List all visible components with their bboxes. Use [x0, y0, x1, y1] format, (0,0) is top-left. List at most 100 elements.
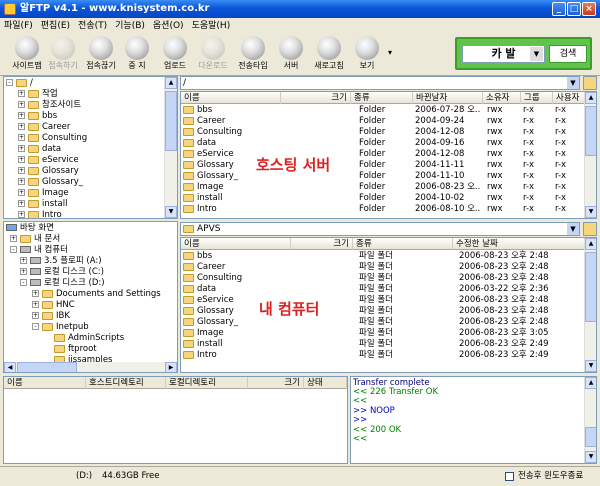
menu-transfer[interactable]: 전송(T) — [78, 18, 107, 34]
search-button[interactable]: 검색 — [549, 45, 587, 63]
table-row[interactable]: Image 파일 폴더 2006-08-23 오후 3:05 — [183, 328, 583, 339]
list-item[interactable]: + 참조사이트 — [18, 100, 81, 111]
col-type[interactable]: 종류 — [351, 92, 413, 104]
col-date[interactable]: 바뀐날자 — [413, 92, 483, 104]
toolbar-more-icon[interactable]: ▾ — [388, 48, 392, 57]
table-row[interactable]: Glossary 파일 폴더 2006-08-23 오후 2:48 — [183, 306, 583, 317]
col-user[interactable]: 사용자 — [553, 92, 586, 104]
list-item[interactable]: + eService — [18, 155, 79, 166]
app-icon — [4, 3, 16, 15]
table-row[interactable]: Glossary Folder 2004-11-11 rwx r-x r-x — [183, 160, 583, 171]
list-item[interactable]: + 내 문서 — [10, 234, 60, 245]
list-item[interactable]: + Intro — [18, 210, 62, 218]
list-item[interactable]: + Image — [18, 188, 69, 199]
view-button[interactable]: 보기 — [346, 36, 388, 71]
remote-tree-root[interactable]: - / — [6, 78, 33, 89]
table-row[interactable]: install 파일 폴더 2006-08-23 오후 2:49 — [183, 339, 583, 350]
remote-list-scrollbar[interactable]: ▲ ▼ — [584, 92, 596, 218]
menu-file[interactable]: 파일(F) — [4, 18, 33, 34]
list-item[interactable]: AdminScripts — [54, 333, 124, 344]
list-item[interactable]: + Glossary_ — [18, 177, 83, 188]
list-item[interactable]: + 작업 — [18, 89, 58, 100]
shutdown-checkbox[interactable] — [505, 472, 514, 481]
list-item[interactable]: + 로컬 디스크 (C:) — [20, 267, 104, 278]
search-select[interactable]: 카 발 ▼ — [462, 45, 545, 63]
table-row[interactable]: Career 파일 폴더 2006-08-23 오후 2:48 — [183, 262, 583, 273]
table-row[interactable]: Career Folder 2004-09-24 rwx r-x r-x — [183, 116, 583, 127]
list-item[interactable]: + bbs — [18, 111, 57, 122]
table-row[interactable]: Image Folder 2006-08-23 오.. rwx r-x r-x — [183, 182, 583, 193]
local-path-combo[interactable]: APVS ▼ — [180, 222, 580, 236]
list-item[interactable]: - Inetpub — [32, 322, 89, 333]
transfer-type-button[interactable]: 전송타입 — [232, 36, 274, 71]
list-item[interactable]: - 로컬 디스크 (D:) — [20, 278, 105, 289]
col-size[interactable]: 크기 — [291, 238, 353, 250]
list-item[interactable]: + data — [18, 144, 61, 155]
folder-icon — [28, 177, 39, 186]
minimize-button[interactable]: _ — [552, 2, 566, 16]
title-bar: 알FTP v4.1 - www.knisystem.co.kr _ □ × — [0, 0, 600, 18]
remote-tree-scrollbar[interactable]: ▲ ▼ — [164, 77, 177, 218]
list-item[interactable]: + HNC — [32, 300, 75, 311]
list-item[interactable]: + Glossary — [18, 166, 79, 177]
list-item[interactable]: + Documents and Settings — [32, 289, 161, 300]
col-size[interactable]: 크기 — [281, 92, 351, 104]
table-row[interactable]: Glossary_ Folder 2004-11-10 rwx r-x r-x — [183, 171, 583, 182]
folder-icon — [54, 333, 65, 342]
col-status[interactable]: 상태 — [304, 377, 347, 389]
list-item[interactable]: + install — [18, 199, 67, 210]
refresh-button[interactable]: 새로고침 — [308, 36, 350, 71]
download-button[interactable]: 다운로드 — [192, 36, 234, 71]
remote-folder-up-button[interactable] — [583, 76, 597, 90]
col-host-dir[interactable]: 호스트디렉토리 — [86, 377, 166, 389]
menu-help[interactable]: 도움말(H) — [192, 18, 231, 34]
list-item[interactable]: -내 컴퓨터 — [10, 245, 68, 256]
queue-header: 이름 호스트디렉토리 로컬디렉토리 크기 상태 — [4, 377, 347, 389]
upload-button[interactable]: 업로드 — [154, 36, 196, 71]
folder-icon — [54, 344, 65, 353]
table-row[interactable]: Intro 파일 폴더 2006-08-23 오후 2:49 — [183, 350, 583, 361]
list-item[interactable]: + IBK — [32, 311, 70, 322]
table-row[interactable]: Consulting 파일 폴더 2006-08-23 오후 2:48 — [183, 273, 583, 284]
list-item[interactable]: ftproot — [54, 344, 97, 355]
table-row[interactable]: Glossary_ 파일 폴더 2006-08-23 오후 2:48 — [183, 317, 583, 328]
table-row[interactable]: eService Folder 2004-12-08 rwx r-x r-x — [183, 149, 583, 160]
server-button[interactable]: 서버 — [270, 36, 312, 71]
folder-icon — [28, 122, 39, 131]
menu-edit[interactable]: 편집(E) — [41, 18, 70, 34]
col-name[interactable]: 이름 — [4, 377, 86, 389]
list-item[interactable]: + Career — [18, 122, 70, 133]
folder-icon — [28, 155, 39, 164]
connect-button[interactable]: 접속하기 — [42, 36, 84, 71]
list-item[interactable]: iissamples — [54, 355, 112, 362]
list-item[interactable]: +3.5 플로피 (A:) — [20, 256, 102, 267]
remote-path-combo[interactable]: / ▼ — [180, 76, 580, 90]
table-row[interactable]: bbs Folder 2006-07-28 오.. rwx r-x r-x — [183, 105, 583, 116]
col-name[interactable]: 이름 — [181, 92, 281, 104]
col-group[interactable]: 그룹 — [521, 92, 553, 104]
local-tree-hscrollbar[interactable]: ◀ ▶ — [4, 362, 177, 372]
list-item[interactable]: + Consulting — [18, 133, 87, 144]
maximize-button[interactable]: □ — [567, 2, 581, 16]
table-row[interactable]: data 파일 폴더 2006-03-22 오후 2:36 — [183, 284, 583, 295]
menu-function[interactable]: 기능(B) — [115, 18, 145, 34]
table-row[interactable]: data Folder 2004-09-16 rwx r-x r-x — [183, 138, 583, 149]
col-type[interactable]: 종류 — [353, 238, 453, 250]
table-row[interactable]: bbs 파일 폴더 2006-08-23 오후 2:48 — [183, 251, 583, 262]
table-row[interactable]: install Folder 2004-10-02 rwx r-x r-x — [183, 193, 583, 204]
col-modified[interactable]: 수정한 날짜 — [453, 238, 586, 250]
col-size[interactable]: 크기 — [248, 377, 304, 389]
list-item[interactable]: 바탕 화면 — [6, 223, 54, 234]
local-folder-up-button[interactable] — [583, 222, 597, 236]
local-list-scrollbar[interactable]: ▲ ▼ — [584, 238, 596, 372]
log-scrollbar[interactable]: ▲ ▼ — [584, 377, 596, 463]
table-row[interactable]: eService 파일 폴더 2006-08-23 오후 2:48 — [183, 295, 583, 306]
menu-options[interactable]: 옵션(O) — [153, 18, 184, 34]
stop-button[interactable]: 중 지 — [116, 36, 158, 71]
close-button[interactable]: × — [582, 2, 596, 16]
col-owner[interactable]: 소유자 — [483, 92, 521, 104]
table-row[interactable]: Consulting Folder 2004-12-08 rwx r-x r-x — [183, 127, 583, 138]
col-name[interactable]: 이름 — [181, 238, 291, 250]
table-row[interactable]: Intro Folder 2006-08-10 오.. rwx r-x r-x — [183, 204, 583, 215]
col-local-dir[interactable]: 로컬디렉토리 — [166, 377, 248, 389]
